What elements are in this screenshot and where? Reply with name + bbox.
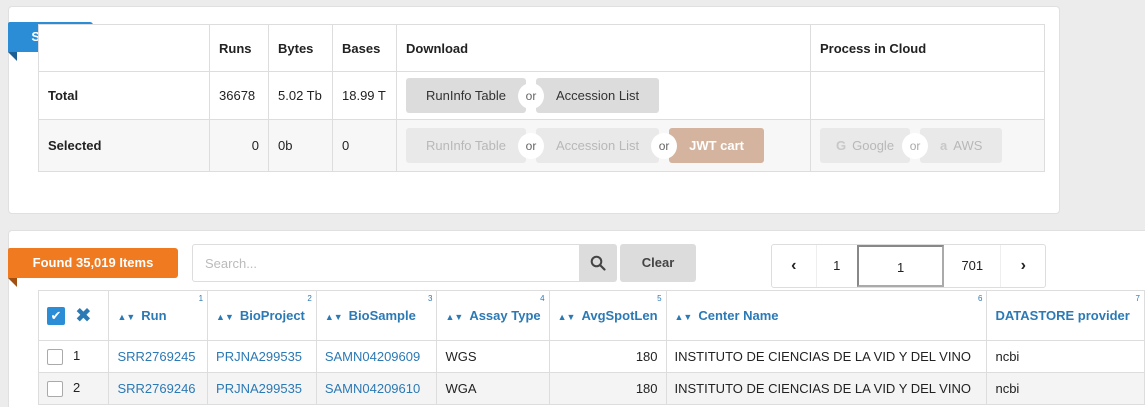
header-bytes: Bytes: [268, 24, 333, 72]
google-label: Google: [852, 138, 895, 153]
avgspotlen-cell: 180: [548, 372, 667, 405]
sort-icon: ▲▼: [557, 312, 576, 322]
selected-cloud-cell: G Google or a AWS: [810, 119, 1045, 172]
pagination: ‹ 1 1 701 ›: [771, 244, 1046, 288]
datastore-cell: ncbi: [986, 340, 1145, 373]
total-download-cell: RunInfo Table or Accession List: [396, 71, 811, 120]
selected-bases: 0: [332, 119, 397, 172]
selected-label: Selected: [38, 119, 210, 172]
assay-type-cell: WGA: [436, 372, 550, 405]
avgspotlen-cell: 180: [548, 340, 667, 373]
selected-runs: 0: [209, 119, 269, 172]
header-bases: Bases: [332, 24, 397, 72]
total-label: Total: [38, 71, 210, 120]
found-count-ribbon: Found 35,019 Items: [8, 248, 178, 287]
selected-bytes: 0b: [268, 119, 333, 172]
sort-icon: ▲▼: [216, 312, 234, 322]
sort-icon: ▲▼: [674, 312, 693, 322]
total-accession-button[interactable]: Accession List: [536, 78, 660, 113]
jwt-cart-button[interactable]: JWT cart: [669, 128, 764, 163]
assay-type-cell: WGS: [436, 340, 550, 373]
col-avgspotlen[interactable]: 5 ▲▼ AvgSpotLen: [548, 290, 667, 341]
google-button[interactable]: G Google: [820, 128, 911, 163]
col-bioproject[interactable]: 2 ▲▼ BioProject: [207, 290, 317, 341]
selected-download-cell: RunInfo Table or Accession List or JWT c…: [396, 119, 811, 172]
clear-button[interactable]: Clear: [620, 244, 696, 282]
col-center-name[interactable]: 6 ▲▼ Center Name: [665, 290, 988, 341]
first-page-button[interactable]: 1: [815, 245, 858, 287]
prev-page-button[interactable]: ‹: [772, 245, 816, 287]
total-runinfo-button[interactable]: RunInfo Table: [406, 78, 526, 113]
row-index: 2: [73, 380, 81, 396]
bioproject-link[interactable]: PRJNA299535: [207, 340, 317, 373]
datastore-cell: ncbi: [986, 372, 1145, 405]
center-name-cell: INSTITUTO DE CIENCIAS DE LA VID Y DEL VI…: [665, 372, 988, 405]
col-assay-type[interactable]: 4 ▲▼ Assay Type: [436, 290, 550, 341]
header-download: Download: [396, 24, 811, 72]
select-all-header: ✔ ✖: [37, 290, 110, 341]
biosample-link[interactable]: SAMN04209610: [315, 372, 438, 405]
select-all-checkbox[interactable]: ✔: [47, 306, 65, 325]
selected-accession-button[interactable]: Accession List: [536, 128, 660, 163]
summary-table: Runs Bytes Bases Download Process in Clo…: [38, 24, 1045, 172]
aws-label: AWS: [953, 138, 983, 153]
sort-icon: ▲▼: [445, 312, 464, 322]
col-biosample[interactable]: 3 ▲▼ BioSample: [315, 290, 438, 341]
or-separator: or: [518, 132, 544, 159]
total-runs: 36678: [209, 71, 269, 120]
row-index: 1: [73, 348, 81, 364]
total-cloud-cell: [810, 71, 1045, 120]
biosample-link[interactable]: SAMN04209609: [315, 340, 438, 373]
selected-runinfo-button[interactable]: RunInfo Table: [406, 128, 526, 163]
run-link[interactable]: SRR2769246: [108, 372, 209, 405]
search-button[interactable]: [579, 244, 617, 282]
row-checkbox[interactable]: [47, 348, 63, 365]
col-run[interactable]: 1 ▲▼ Run: [108, 290, 209, 341]
table-row: 2 SRR2769246 PRJNA299535 SAMN04209610 WG…: [37, 372, 1145, 405]
or-separator: or: [902, 132, 929, 159]
bioproject-link[interactable]: PRJNA299535: [207, 372, 317, 405]
summary-corner: [38, 24, 210, 72]
next-page-button[interactable]: ›: [1001, 245, 1045, 287]
google-icon: G: [836, 138, 847, 153]
search-input[interactable]: [192, 244, 580, 282]
table-row: 1 SRR2769245 PRJNA299535 SAMN04209609 WG…: [37, 340, 1145, 373]
or-separator: or: [518, 82, 544, 109]
col-datastore-provider[interactable]: 7 DATASTORE provider: [986, 290, 1145, 341]
aws-icon: a: [940, 138, 948, 153]
current-page-input[interactable]: 1: [857, 245, 945, 287]
sort-icon: ▲▼: [324, 312, 343, 322]
last-page-button[interactable]: 701: [944, 245, 1002, 287]
search-icon: [590, 255, 606, 271]
total-bytes: 5.02 Tb: [268, 71, 333, 120]
row-checkbox[interactable]: [47, 380, 63, 397]
header-runs: Runs: [209, 24, 269, 72]
center-name-cell: INSTITUTO DE CIENCIAS DE LA VID Y DEL VI…: [665, 340, 988, 373]
run-link[interactable]: SRR2769245: [108, 340, 209, 373]
or-separator: or: [651, 132, 678, 159]
clear-selection-icon[interactable]: ✖: [75, 305, 92, 327]
total-bases: 18.99 T: [332, 71, 397, 120]
aws-button[interactable]: a AWS: [920, 128, 1003, 163]
sort-icon: ▲▼: [117, 312, 136, 322]
results-table: ✔ ✖ 1 ▲▼ Run 2 ▲▼ BioProject 3 ▲▼ BioSample 4 ▲▼…: [37, 290, 1145, 405]
header-cloud: Process in Cloud: [810, 24, 1045, 72]
